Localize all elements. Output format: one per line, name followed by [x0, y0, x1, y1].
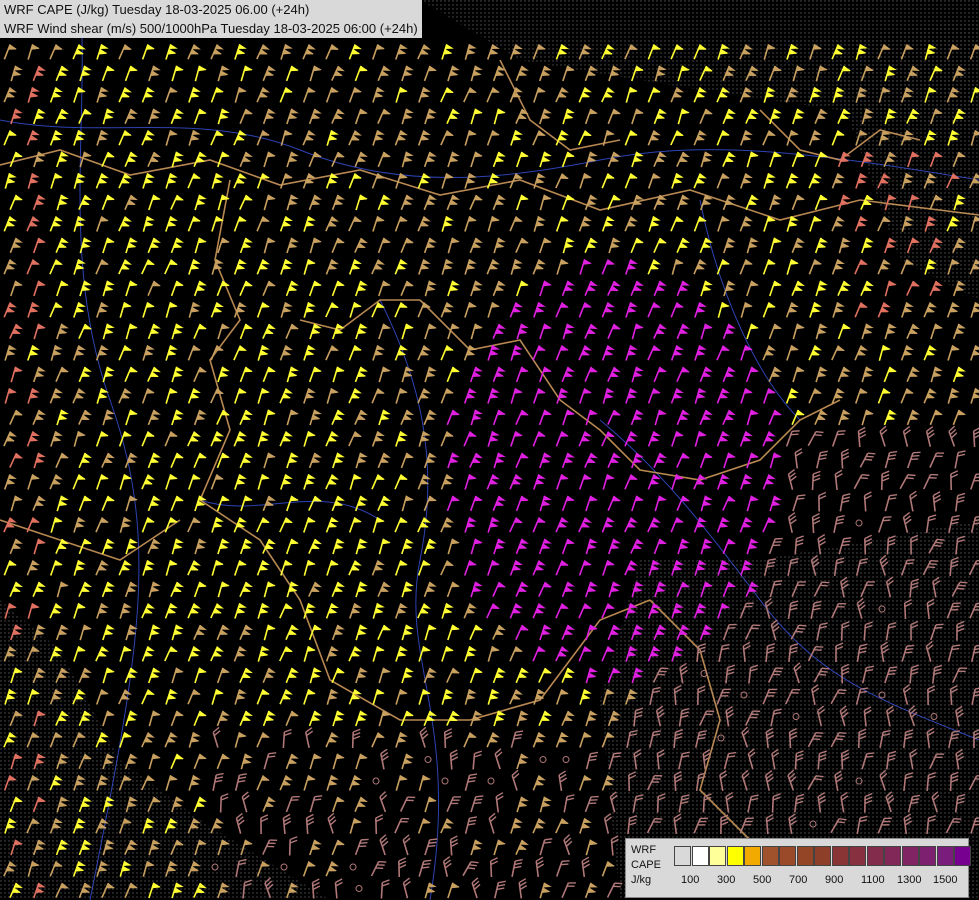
- legend-tick-label: 1100: [861, 874, 885, 886]
- map-title-box: WRF CAPE (J/kg) Tuesday 18-03-2025 06.00…: [0, 0, 422, 38]
- legend-swatch: [691, 846, 709, 866]
- legend-tick-label: 1500: [933, 874, 958, 886]
- legend-swatch: [779, 846, 796, 866]
- legend-swatch: [831, 846, 849, 866]
- title-wind-shear: WRF Wind shear (m/s) 500/1000hPa Tuesday…: [4, 21, 418, 36]
- legend-swatch: [849, 846, 866, 866]
- title-cape: WRF CAPE (J/kg) Tuesday 18-03-2025 06.00…: [4, 2, 310, 17]
- legend-swatch: [884, 846, 901, 866]
- legend-swatch: [744, 846, 761, 866]
- legend-swatch: [901, 846, 919, 866]
- legend-tick-label: 700: [789, 874, 808, 886]
- legend-swatch: [796, 846, 814, 866]
- legend-swatch: [919, 846, 936, 866]
- legend-tick-label: 100: [681, 874, 700, 886]
- legend-swatch: [954, 846, 971, 866]
- legend-tick-label: 300: [717, 874, 736, 886]
- legend-swatch: [814, 846, 831, 866]
- legend-swatch: [866, 846, 884, 866]
- legend-swatch: [709, 846, 726, 866]
- legend-tick-label: 900: [825, 874, 844, 886]
- legend-model: WRF: [631, 844, 657, 856]
- legend-swatch: [936, 846, 954, 866]
- legend-unit: J/kg: [631, 874, 652, 886]
- legend-swatch: [674, 846, 691, 866]
- legend-variable: CAPE: [631, 859, 661, 871]
- cape-legend: WRF CAPE J/kg 100 300 500 700 900 1100 1300 150…: [625, 838, 971, 898]
- legend-tick-label: 1300: [897, 874, 922, 886]
- legend-tick-label: 500: [753, 874, 772, 886]
- legend-swatch: [761, 846, 779, 866]
- weather-map: [0, 0, 979, 900]
- legend-swatch: [726, 846, 744, 866]
